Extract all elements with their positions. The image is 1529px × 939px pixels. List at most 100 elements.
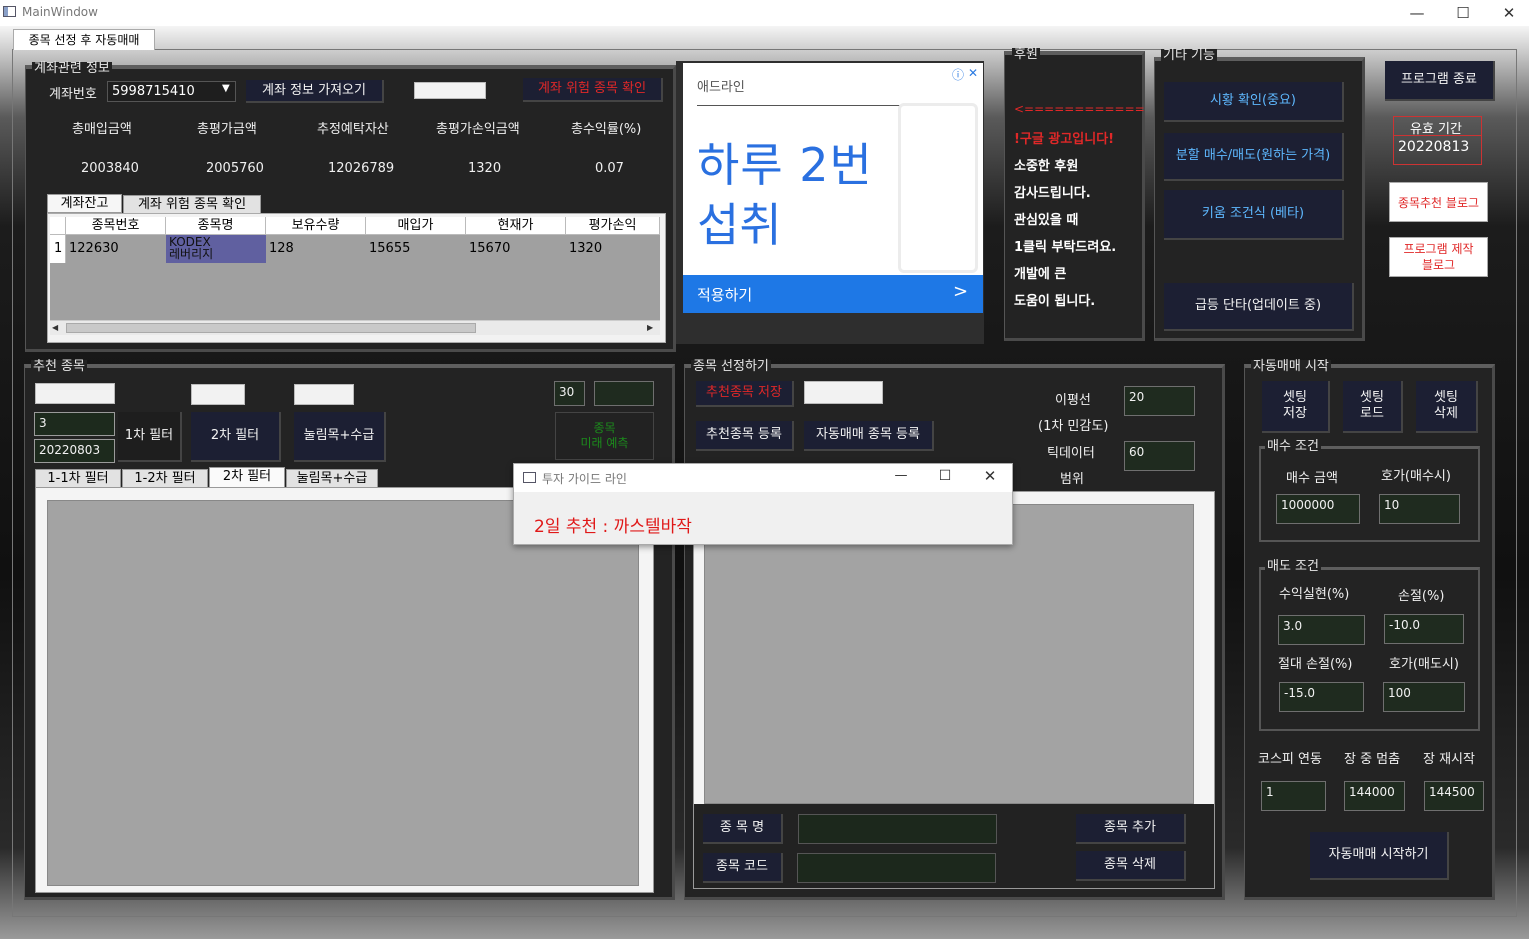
- kospi-label: 코스피 연동: [1258, 752, 1322, 767]
- settings-delete-button[interactable]: 셋팅 삭제: [1416, 381, 1478, 433]
- tab-filter-2[interactable]: 2차 필터: [209, 467, 285, 488]
- close-button[interactable]: ✕: [1486, 0, 1529, 26]
- save-recommend-button[interactable]: 추천종목 저장: [696, 381, 794, 407]
- cell-name[interactable]: KODEX 레버리지: [166, 235, 266, 263]
- scrollbar-thumb[interactable]: [66, 323, 476, 333]
- info-icon[interactable]: ⓘ: [952, 66, 964, 83]
- selection-blank-field[interactable]: [804, 381, 883, 404]
- popup-minimize-button[interactable]: —: [886, 468, 916, 483]
- table-header-name[interactable]: 종목명: [166, 217, 266, 235]
- buy-amount-field[interactable]: 1000000: [1276, 494, 1360, 524]
- ad-brand: 애드라인: [697, 80, 745, 95]
- close-icon[interactable]: ✕: [968, 66, 978, 80]
- minimize-button[interactable]: —: [1394, 0, 1440, 26]
- horizontal-scrollbar[interactable]: ◀ ▶: [50, 320, 660, 335]
- exit-program-button[interactable]: 프로그램 종료: [1385, 61, 1495, 101]
- tab-filter-1-2[interactable]: 1-2차 필터: [122, 469, 208, 488]
- table-row[interactable]: 1 122630 KODEX 레버리지 128 15655 15670 1320: [50, 235, 660, 263]
- cell-buyprice[interactable]: 15655: [366, 235, 466, 263]
- recommend-field-2[interactable]: [191, 384, 245, 405]
- loss-field[interactable]: -10.0: [1384, 614, 1464, 644]
- surge-scalp-button[interactable]: 급등 단타(업데이트 중): [1164, 283, 1354, 331]
- days-field[interactable]: 3: [34, 412, 115, 436]
- cell-qty[interactable]: 128: [266, 235, 366, 263]
- count-field-2[interactable]: [594, 381, 654, 406]
- kospi-field[interactable]: 1: [1261, 781, 1326, 811]
- tab-account-risk[interactable]: 계좌 위험 종목 확인: [123, 195, 261, 214]
- stock-code-label: 종목 코드: [703, 853, 783, 883]
- tab-pressure-supply[interactable]: 눌림목+수급: [286, 469, 378, 488]
- stock-code-field[interactable]: [797, 853, 996, 883]
- tab-main[interactable]: 종목 선정 후 자동매매: [13, 29, 155, 50]
- tab-filter-1-1[interactable]: 1-1차 필터: [35, 469, 121, 488]
- maker-blog-line2: 블로그: [1421, 258, 1456, 272]
- register-auto-button[interactable]: 자동매매 종목 등록: [804, 421, 934, 451]
- settings-load-button[interactable]: 셋팅 로드: [1343, 381, 1403, 433]
- filter1-button[interactable]: 1차 필터: [118, 412, 182, 462]
- start-auto-trade-button[interactable]: 자동매매 시작하기: [1310, 832, 1449, 880]
- table-header-buyprice[interactable]: 매입가: [366, 217, 466, 235]
- ad-banner[interactable]: 애드라인 ⓘ ✕ 하루 2번 섭취 적용하기 >: [683, 63, 983, 313]
- account-no-select[interactable]: 5998715410 ▼: [107, 81, 236, 102]
- tick-field[interactable]: 60: [1124, 441, 1195, 471]
- settings-save-line2: 저장: [1283, 406, 1307, 421]
- abs-loss-field[interactable]: -15.0: [1279, 682, 1364, 712]
- delete-stock-button[interactable]: 종목 삭제: [1076, 851, 1186, 881]
- range-label: 범위: [1060, 472, 1084, 487]
- buy-tick-field[interactable]: 10: [1379, 494, 1460, 524]
- resume-field[interactable]: 144500: [1424, 781, 1484, 811]
- stock-name-field[interactable]: [798, 814, 997, 844]
- scroll-right-icon[interactable]: ▶: [647, 323, 653, 332]
- fetch-account-button[interactable]: 계좌 정보 가져오기: [246, 80, 384, 103]
- pause-field[interactable]: 144000: [1344, 781, 1405, 811]
- row-index: 1: [50, 235, 66, 263]
- maker-blog-line1: 프로그램 제작: [1403, 242, 1474, 256]
- recommend-blog-button[interactable]: 종목추천 블로그: [1389, 182, 1488, 222]
- account-blank-field[interactable]: [414, 82, 486, 99]
- future-predict-button[interactable]: 종목 미래 예측: [555, 412, 654, 460]
- popup-message: 2일 추천 : 까스텔바작: [534, 517, 692, 537]
- sponsor-line-3: 관심있을 때: [1014, 213, 1079, 228]
- profit-label: 수익실현(%): [1279, 587, 1350, 602]
- pressure-supply-button[interactable]: 눌림목+수급: [294, 412, 386, 462]
- maximize-button[interactable]: ☐: [1440, 0, 1486, 26]
- profit-field[interactable]: 3.0: [1278, 615, 1365, 645]
- count-field[interactable]: 30: [554, 381, 585, 406]
- auto-group-label: 자동매매 시작: [1251, 359, 1331, 374]
- cell-code[interactable]: 122630: [66, 235, 166, 263]
- register-recommend-button[interactable]: 추천종목 등록: [696, 421, 794, 451]
- popup-maximize-button[interactable]: ☐: [930, 468, 960, 484]
- table-header-code[interactable]: 종목번호: [66, 217, 166, 235]
- table-header-curprice[interactable]: 현재가: [466, 217, 566, 235]
- selection-list[interactable]: [704, 504, 1194, 804]
- popup-close-button[interactable]: ✕: [975, 467, 1005, 485]
- market-check-button[interactable]: 시황 확인(중요): [1164, 82, 1344, 122]
- scroll-left-icon[interactable]: ◀: [52, 323, 58, 332]
- filter2-button[interactable]: 2차 필터: [191, 412, 281, 462]
- split-trade-button[interactable]: 분할 매수/매도(원하는 가격): [1164, 133, 1344, 181]
- recommend-list-frame: [35, 487, 654, 893]
- pause-label: 장 중 멈춤: [1344, 752, 1401, 767]
- tab-account-balance[interactable]: 계좌잔고: [47, 194, 122, 213]
- cell-curprice[interactable]: 15670: [466, 235, 566, 263]
- ma-field[interactable]: 20: [1124, 386, 1195, 416]
- recommend-list[interactable]: [47, 500, 639, 886]
- table-header-pnl[interactable]: 평가손익: [566, 217, 660, 235]
- account-risk-button[interactable]: 계좌 위험 종목 확인: [523, 78, 663, 102]
- sensitivity-label: (1차 민감도): [1038, 419, 1109, 434]
- settings-save-button[interactable]: 셋팅 저장: [1262, 381, 1330, 433]
- recommend-field-3[interactable]: [294, 384, 354, 405]
- sponsor-group-label: 후원: [1012, 47, 1040, 62]
- summary-value-eval: 2005760: [206, 161, 264, 176]
- ad-cta-button[interactable]: 적용하기 >: [683, 275, 983, 313]
- cell-pnl[interactable]: 1320: [566, 235, 660, 263]
- date-field[interactable]: 20220803: [34, 439, 115, 463]
- resume-label: 장 재시작: [1423, 752, 1475, 767]
- kiwoom-condition-button[interactable]: 키움 조건식 (베타): [1164, 190, 1344, 240]
- other-group-label: 기타 기능: [1161, 48, 1217, 63]
- recommend-field-1[interactable]: [35, 383, 115, 404]
- maker-blog-button[interactable]: 프로그램 제작 블로그: [1389, 237, 1488, 277]
- table-header-qty[interactable]: 보유수량: [266, 217, 366, 235]
- add-stock-button[interactable]: 종목 추가: [1076, 814, 1186, 844]
- sell-tick-field[interactable]: 100: [1383, 682, 1465, 712]
